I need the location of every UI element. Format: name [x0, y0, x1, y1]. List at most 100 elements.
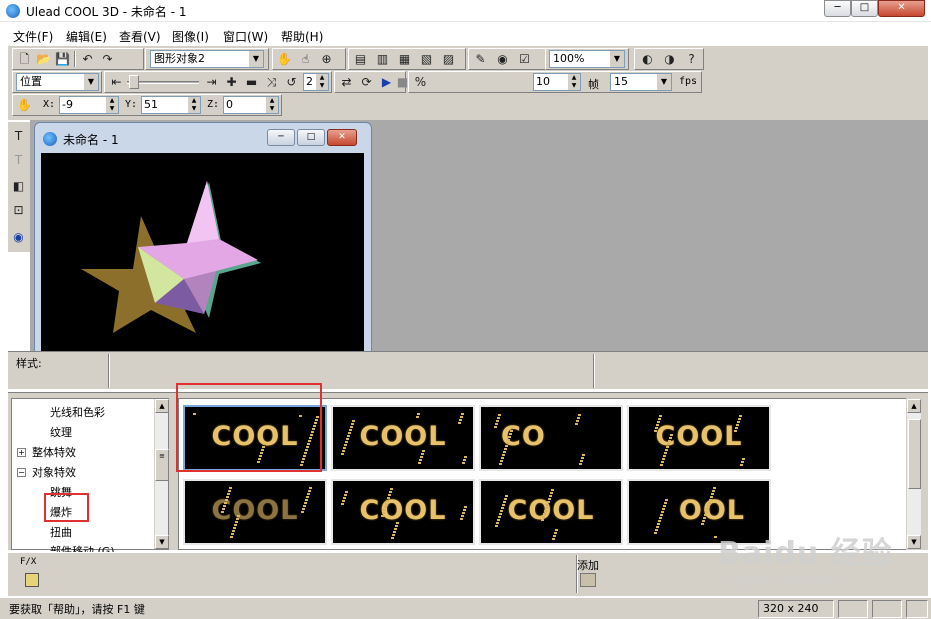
tree-item-global-effects[interactable]: 整体特效: [32, 444, 76, 460]
scroll-up-icon[interactable]: ▲: [907, 399, 921, 413]
speed-icon[interactable]: %: [412, 74, 429, 90]
help-pointer-icon[interactable]: ?: [683, 51, 700, 67]
open-folder-icon[interactable]: 📂: [35, 51, 52, 67]
save-icon[interactable]: 💾: [54, 51, 71, 67]
scroll-up-icon[interactable]: ▲: [155, 399, 169, 413]
menu-help[interactable]: 帮助(H): [281, 28, 323, 45]
effect-thumbnail[interactable]: COOL: [331, 405, 475, 471]
effect-thumbnail[interactable]: COOL: [183, 479, 327, 545]
fps-input[interactable]: 10 ▲ ▼: [533, 73, 581, 91]
insert-shape-icon[interactable]: ◧: [10, 178, 27, 194]
hand-pan-icon[interactable]: ✋: [276, 51, 293, 67]
redo-icon[interactable]: ↷: [99, 51, 116, 67]
loop-icon[interactable]: ↺: [283, 74, 300, 90]
resize-grip-icon[interactable]: [906, 600, 928, 618]
debris-particle: [382, 512, 385, 514]
chevron-down-icon[interactable]: ▼: [656, 74, 671, 90]
hand-position-icon[interactable]: ✋: [16, 97, 33, 113]
spin-arrows-icon[interactable]: ▲ ▼: [316, 74, 328, 90]
menu-file[interactable]: 文件(F): [13, 28, 53, 45]
frame-number-input[interactable]: 2 ▲ ▼: [303, 73, 329, 91]
tree-item-object-effects[interactable]: 对象特效: [32, 464, 76, 480]
doc-maximize-button[interactable]: □: [297, 129, 325, 146]
scroll-thumb[interactable]: [908, 419, 921, 489]
scroll-down-icon[interactable]: ▼: [907, 535, 921, 549]
effect-thumbnail[interactable]: CO: [479, 405, 623, 471]
maximize-button[interactable]: □: [851, 0, 878, 17]
last-frame-icon[interactable]: ⇥: [203, 74, 220, 90]
add-keyframe-icon[interactable]: ✚: [223, 74, 240, 90]
select-object-icon[interactable]: ⊡: [10, 202, 27, 218]
tree-item-texture[interactable]: 纹理: [50, 424, 72, 440]
spin-arrows-icon[interactable]: ▲ ▼: [568, 74, 580, 90]
menu-window[interactable]: 窗口(W): [223, 28, 268, 45]
spin-arrows-icon[interactable]: ▲ ▼: [266, 97, 278, 113]
repeat-icon[interactable]: ⟳: [358, 74, 375, 90]
fx-toggle-icon[interactable]: [25, 573, 39, 587]
insert-text-icon[interactable]: T: [10, 128, 27, 144]
collapse-icon[interactable]: −: [17, 468, 26, 477]
scroll-down-icon[interactable]: ▼: [155, 535, 169, 549]
doc-minimize-button[interactable]: ─: [267, 129, 295, 146]
chevron-down-icon[interactable]: ▼: [248, 51, 263, 67]
add-effect-icon[interactable]: [580, 573, 596, 587]
edit-text-icon[interactable]: T: [10, 152, 27, 168]
spin-arrows-icon[interactable]: ▲ ▼: [188, 97, 200, 113]
expand-icon[interactable]: +: [17, 448, 26, 457]
debris-particle: [656, 526, 659, 528]
rotate-hand-icon[interactable]: ☝: [297, 51, 314, 67]
preview-icon[interactable]: ◑: [661, 51, 678, 67]
menu-view[interactable]: 查看(V): [119, 28, 161, 45]
debris-particle: [498, 516, 501, 518]
globe-icon[interactable]: ◉: [494, 51, 511, 67]
effect-thumbnail[interactable]: COOL: [479, 479, 623, 545]
star-object[interactable]: [41, 153, 364, 353]
effect-thumbnail[interactable]: COOL: [627, 405, 771, 471]
tree-item-light-color[interactable]: 光线和色彩: [50, 404, 105, 420]
play-icon[interactable]: ▶: [378, 74, 395, 90]
menu-edit[interactable]: 编辑(E): [66, 28, 107, 45]
scroll-thumb[interactable]: ≡: [155, 449, 169, 481]
tree-scrollbar[interactable]: ▲ ≡ ▼: [154, 399, 169, 549]
text-layer-icon[interactable]: ▧: [418, 51, 435, 67]
render-icon[interactable]: ◐: [639, 51, 656, 67]
z-input[interactable]: 0 ▲ ▼: [223, 96, 279, 114]
paint-icon[interactable]: ✎: [472, 51, 489, 67]
frames-total-select[interactable]: 15 ▼: [610, 73, 672, 91]
text-shadow-icon[interactable]: ▨: [440, 51, 457, 67]
check-icon[interactable]: ☑: [516, 51, 533, 67]
close-button[interactable]: ✕: [878, 0, 925, 17]
zoom-select[interactable]: 100% ▼: [549, 50, 625, 68]
debris-particle: [701, 523, 704, 525]
new-file-icon[interactable]: 🗋: [16, 51, 33, 67]
debris-particle: [495, 423, 498, 425]
text-depth-icon[interactable]: ▦: [396, 51, 413, 67]
minimize-button[interactable]: ─: [824, 0, 851, 17]
gallery-scrollbar[interactable]: ▲ ▼: [906, 398, 922, 550]
tree-item-twist[interactable]: 扭曲: [50, 524, 72, 540]
first-frame-icon[interactable]: ⇤: [108, 74, 125, 90]
text-object-icon[interactable]: ▤: [352, 51, 369, 67]
debris-particle: [349, 429, 352, 431]
debris-particle: [222, 508, 225, 510]
x-input[interactable]: -9 ▲ ▼: [59, 96, 119, 114]
menu-image[interactable]: 图像(I): [172, 28, 209, 45]
frame-slider[interactable]: [127, 73, 199, 89]
remove-keyframe-icon[interactable]: ▬: [243, 74, 260, 90]
object-manager-icon[interactable]: ◉: [10, 229, 27, 245]
slider-thumb[interactable]: [129, 75, 139, 89]
effect-thumbnail[interactable]: COOL: [331, 479, 475, 545]
chevron-down-icon[interactable]: ▼: [609, 51, 624, 67]
y-input[interactable]: 51 ▲ ▼: [141, 96, 201, 114]
doc-close-button[interactable]: ✕: [327, 129, 357, 146]
reverse-icon[interactable]: ⤨: [263, 74, 280, 90]
render-canvas[interactable]: [41, 153, 364, 353]
object-select[interactable]: 图形对象2 ▼: [150, 50, 264, 68]
resize-object-icon[interactable]: ⊕: [318, 51, 335, 67]
spin-arrows-icon[interactable]: ▲ ▼: [106, 97, 118, 113]
undo-icon[interactable]: ↶: [79, 51, 96, 67]
text-bevel-icon[interactable]: ▥: [374, 51, 391, 67]
ping-pong-icon[interactable]: ⇄: [338, 74, 355, 90]
position-select[interactable]: 位置 ▼: [16, 73, 99, 91]
chevron-down-icon[interactable]: ▼: [83, 74, 98, 90]
